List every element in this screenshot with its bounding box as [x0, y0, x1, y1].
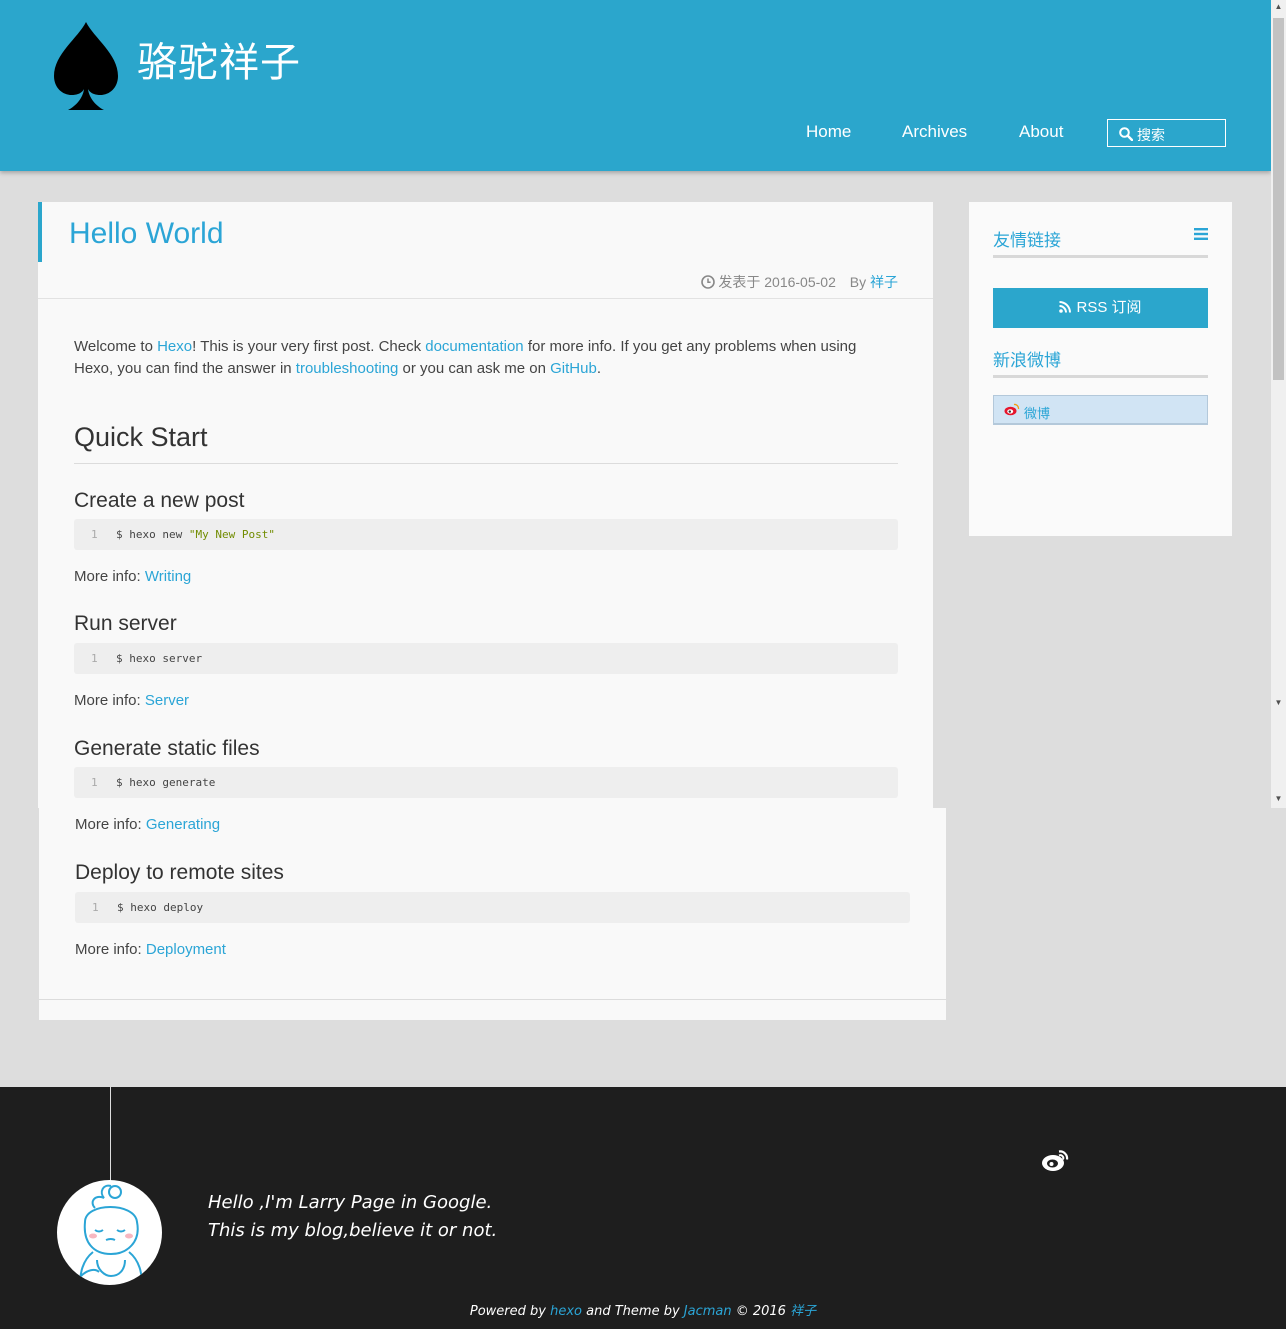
code-string: "My New Post" — [188, 528, 275, 541]
post-title[interactable]: Hello World — [69, 217, 224, 251]
generating-link[interactable]: Generating — [146, 816, 220, 833]
server-link[interactable]: Server — [145, 692, 189, 709]
nav-home[interactable]: Home — [806, 122, 851, 142]
more-info-label: More info: — [74, 692, 145, 709]
author-bio: Hello ,I'm Larry Page in Google. This is… — [208, 1189, 497, 1245]
code-line-number: 1 — [92, 901, 99, 914]
step-heading: Create a new post — [74, 489, 245, 512]
divider — [74, 463, 898, 464]
documentation-link[interactable]: documentation — [425, 338, 523, 355]
copyright: Powered by hexo and Theme by Jacman © 20… — [0, 1300, 1286, 1319]
weibo-icon[interactable] — [1041, 1149, 1070, 1172]
avatar-string — [110, 1087, 111, 1181]
friend-links-title[interactable]: 友情链接 — [993, 226, 1061, 251]
post-date: 2016-05-02 — [764, 274, 836, 290]
code-block[interactable]: 1 $ hexo server — [74, 643, 898, 674]
widget-divider — [993, 375, 1208, 378]
code-command: $ hexo generate — [116, 776, 216, 789]
post-date-prefix: 发表于 — [718, 274, 761, 290]
copyright-text: © 2016 — [731, 1304, 791, 1319]
code-line-number: 1 — [91, 776, 98, 789]
jacman-footer-link[interactable]: Jacman — [684, 1304, 732, 1319]
weibo-button-label: 微博 — [1024, 406, 1051, 421]
search-icon — [1119, 127, 1133, 141]
sidebar: 友情链接 RSS 订阅 新浪微博 微博 — [969, 202, 1232, 536]
avatar[interactable] — [57, 1180, 162, 1285]
code-line-number: 1 — [91, 528, 98, 541]
deployment-link[interactable]: Deployment — [146, 941, 226, 958]
copyright-text: and Theme by — [582, 1304, 684, 1319]
scroll-down-arrow-icon[interactable]: ▼ — [1271, 792, 1286, 806]
code-command-text: $ hexo new — [116, 528, 189, 541]
more-info: More info: Writing — [74, 568, 191, 585]
writing-link[interactable]: Writing — [145, 568, 191, 585]
rss-label: RSS 订阅 — [1076, 299, 1142, 316]
author-footer-link[interactable]: 祥子 — [790, 1304, 816, 1319]
more-info: More info: Server — [74, 692, 189, 709]
search-input[interactable]: 搜索 — [1107, 119, 1226, 147]
more-info: More info: Deployment — [75, 941, 226, 958]
nav-about[interactable]: About — [1019, 122, 1063, 142]
troubleshooting-link[interactable]: troubleshooting — [296, 360, 399, 377]
step-heading: Run server — [74, 612, 177, 635]
bio-line: This is my blog,believe it or not. — [208, 1220, 498, 1241]
post-article-continued: More info: Generating Deploy to remote s… — [39, 808, 946, 1020]
spade-logo-icon[interactable] — [50, 20, 122, 114]
intro-text: . — [596, 360, 601, 377]
github-link[interactable]: GitHub — [550, 360, 597, 377]
intro-text: ! This is your very first post. Check — [192, 338, 426, 355]
nav-archives[interactable]: Archives — [902, 122, 967, 142]
divider — [38, 298, 933, 299]
weibo-follow-button[interactable]: 微博 — [993, 395, 1208, 425]
scroll-down-arrow-icon[interactable]: ▼ — [1271, 696, 1286, 710]
post-by-label: By — [849, 274, 867, 290]
site-title[interactable]: 骆驼祥子 — [137, 30, 301, 88]
widget-divider — [993, 255, 1208, 258]
code-command: $ hexo deploy — [117, 901, 204, 914]
step-heading: Deploy to remote sites — [75, 861, 284, 884]
post-meta: 发表于 2016-05-02 By 祥子 — [701, 272, 898, 292]
scroll-up-arrow-icon[interactable]: ▲ — [1271, 0, 1286, 14]
code-command: $ hexo server — [116, 652, 203, 665]
post-author-link[interactable]: 祥子 — [870, 274, 898, 290]
code-block[interactable]: 1 $ hexo deploy — [75, 892, 910, 923]
hexo-footer-link[interactable]: hexo — [550, 1304, 582, 1319]
avatar-character-image — [79, 1184, 143, 1285]
copyright-text: Powered by — [469, 1304, 551, 1319]
rss-icon — [1059, 301, 1072, 313]
code-command: $ hexo new "My New Post" — [116, 528, 275, 541]
scroll-thumb[interactable] — [1273, 18, 1284, 380]
code-line-number: 1 — [91, 652, 98, 665]
post-article: Hello World 发表于 2016-05-02 By 祥子 Welcome… — [38, 202, 933, 808]
post-intro: Welcome to Hexo! This is your very first… — [74, 336, 899, 380]
weibo-icon — [1004, 403, 1020, 416]
scrollbar[interactable]: ▲ ▼ ▼ — [1271, 0, 1286, 808]
more-info: More info: Generating — [75, 816, 220, 833]
menu-icon[interactable] — [1194, 228, 1208, 240]
intro-text: Welcome to — [74, 338, 158, 355]
code-block[interactable]: 1 $ hexo new "My New Post" — [74, 519, 898, 550]
section-heading: Quick Start — [74, 422, 208, 452]
divider — [39, 999, 946, 1000]
site-footer: Hello ,I'm Larry Page in Google. This is… — [0, 1087, 1286, 1329]
code-block[interactable]: 1 $ hexo generate — [74, 767, 898, 798]
bio-line: Hello ,I'm Larry Page in Google. — [208, 1192, 493, 1213]
weibo-widget-title[interactable]: 新浪微博 — [993, 346, 1061, 371]
rss-subscribe-button[interactable]: RSS 订阅 — [993, 288, 1208, 328]
clock-icon — [701, 275, 716, 289]
more-info-label: More info: — [75, 941, 146, 958]
more-info-label: More info: — [74, 568, 145, 585]
site-header: 骆驼祥子 Home Archives About 搜索 — [0, 0, 1271, 171]
step-heading: Generate static files — [74, 737, 260, 760]
hexo-link[interactable]: Hexo — [157, 338, 192, 355]
intro-text: or you can ask me on — [398, 360, 551, 377]
more-info-label: More info: — [75, 816, 146, 833]
title-accent-bar — [38, 202, 42, 262]
search-placeholder: 搜索 — [1137, 127, 1165, 143]
